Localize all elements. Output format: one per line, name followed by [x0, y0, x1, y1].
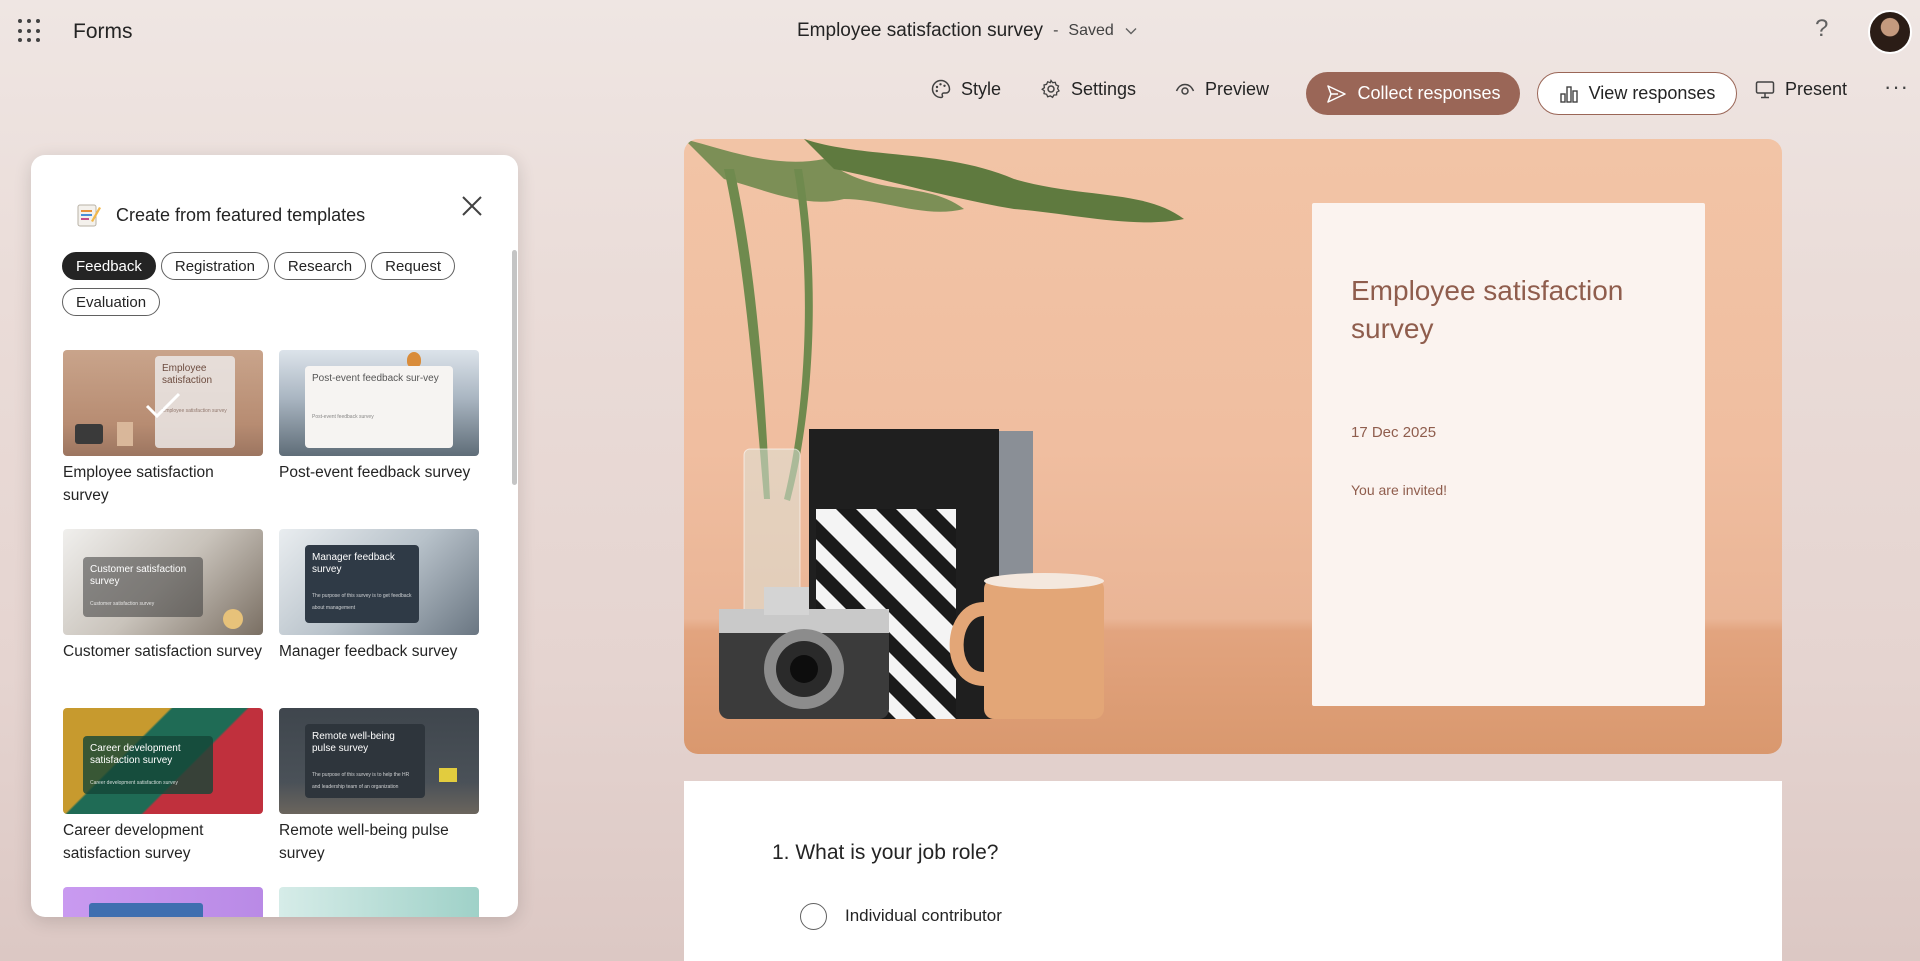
- chip-research[interactable]: Research: [273, 252, 367, 280]
- settings-label: Settings: [1071, 78, 1137, 99]
- template-thumbnail: Career development satisfaction survey C…: [63, 708, 263, 814]
- thumb-title: Remote well-being pulse survey: [312, 731, 395, 754]
- save-status: Saved: [1068, 22, 1114, 39]
- app-name[interactable]: Forms: [73, 20, 133, 44]
- preview-label: Preview: [1205, 78, 1270, 99]
- panel-header: Create from featured templates: [74, 201, 365, 229]
- help-icon[interactable]: ?: [1815, 15, 1828, 43]
- chip-registration[interactable]: Registration: [160, 252, 269, 280]
- collect-responses-button[interactable]: Collect responses: [1306, 72, 1520, 115]
- template-icon: [74, 201, 102, 229]
- thumb-title: Manager feedback survey: [312, 552, 395, 575]
- template-thumbnail-partial[interactable]: [63, 887, 263, 917]
- style-icon: [931, 79, 951, 99]
- question-card: [684, 781, 1782, 961]
- app-launcher-icon[interactable]: [18, 19, 42, 43]
- close-icon[interactable]: [459, 193, 485, 226]
- style-label: Style: [961, 78, 1002, 99]
- present-label: Present: [1785, 78, 1848, 99]
- template-career-development[interactable]: Career development satisfaction survey C…: [63, 708, 263, 865]
- checkmark-icon: [145, 392, 181, 419]
- send-icon: [1327, 84, 1347, 103]
- chip-evaluation[interactable]: Evaluation: [62, 288, 161, 316]
- template-thumbnail: Remote well-being pulse survey The purpo…: [279, 708, 479, 814]
- chip-feedback[interactable]: Feedback: [62, 252, 156, 280]
- panel-title: Create from featured templates: [116, 204, 366, 225]
- template-employee-satisfaction[interactable]: Employee satisfaction Employee satisfact…: [63, 350, 263, 507]
- avatar[interactable]: [1868, 10, 1912, 54]
- thumb-title: Customer satisfaction survey: [90, 564, 187, 587]
- form-title[interactable]: Employee satisfaction survey: [1351, 272, 1671, 348]
- template-label: Customer satisfaction survey: [63, 643, 262, 660]
- thumb-title: Employee satisfaction: [162, 363, 213, 386]
- title-separator: -: [1053, 22, 1059, 39]
- template-label: Career development satisfaction survey: [63, 822, 204, 862]
- template-thumbnail: Employee satisfaction Employee satisfact…: [63, 350, 263, 456]
- template-thumbnail: Manager feedback survey The purpose of t…: [279, 529, 479, 635]
- document-title-area[interactable]: Employee satisfaction survey - Saved: [797, 20, 1138, 42]
- template-customer-satisfaction[interactable]: Customer satisfaction survey Customer sa…: [63, 529, 263, 663]
- thumb-title: Career development satisfaction survey: [90, 743, 181, 766]
- form-description: You are invited!: [1351, 482, 1447, 498]
- template-label: Remote well-being pulse survey: [279, 822, 449, 862]
- collect-responses-label: Collect responses: [1357, 83, 1501, 103]
- template-thumbnail-partial[interactable]: [279, 887, 479, 917]
- style-button[interactable]: Style: [930, 78, 1001, 100]
- template-label: Employee satisfaction survey: [63, 464, 214, 504]
- settings-button[interactable]: Settings: [1040, 78, 1136, 100]
- template-thumbnail: Customer satisfaction survey Customer sa…: [63, 529, 263, 635]
- more-icon[interactable]: ···: [1884, 74, 1909, 100]
- preview-button[interactable]: Preview: [1174, 78, 1269, 100]
- template-post-event-feedback[interactable]: Post-event feedback sur-vey Post-event f…: [279, 350, 479, 484]
- chip-request[interactable]: Request: [371, 252, 455, 280]
- settings-icon: [1041, 79, 1060, 99]
- template-label: Post-event feedback survey: [279, 464, 471, 481]
- thumb-subtitle: Post-event feedback survey: [312, 414, 374, 420]
- present-icon: [1755, 81, 1775, 99]
- present-button[interactable]: Present: [1754, 78, 1847, 100]
- thumb-subtitle: Customer satisfaction survey: [90, 601, 155, 607]
- question-number: 1.: [772, 841, 790, 864]
- question-text: What is your job role?: [795, 841, 999, 864]
- thumb-subtitle: The purpose of this survey is to help th…: [312, 772, 410, 790]
- radio-button[interactable]: [800, 903, 827, 930]
- view-responses-label: View responses: [1588, 83, 1716, 103]
- template-label: Manager feedback survey: [279, 643, 458, 660]
- view-responses-button[interactable]: View responses: [1537, 72, 1737, 115]
- thumb-title: Post-event feedback sur-vey: [312, 373, 439, 384]
- template-thumbnail: Post-event feedback sur-vey Post-event f…: [279, 350, 479, 456]
- form-date: 17 Dec 2025: [1351, 424, 1437, 441]
- thumb-subtitle: Career development satisfaction survey: [90, 780, 178, 786]
- question-title: 1. What is your job role?: [772, 841, 998, 865]
- template-manager-feedback[interactable]: Manager feedback survey The purpose of t…: [279, 529, 479, 663]
- chart-icon: [1559, 85, 1578, 103]
- option-label[interactable]: Individual contributor: [845, 906, 1002, 926]
- panel-scrollbar[interactable]: [512, 250, 517, 485]
- document-title[interactable]: Employee satisfaction survey: [797, 20, 1043, 42]
- template-remote-well-being[interactable]: Remote well-being pulse survey The purpo…: [279, 708, 479, 865]
- thumb-subtitle: The purpose of this survey is to get fee…: [312, 593, 412, 611]
- preview-icon: [1175, 83, 1195, 95]
- chevron-down-icon[interactable]: [1124, 24, 1138, 38]
